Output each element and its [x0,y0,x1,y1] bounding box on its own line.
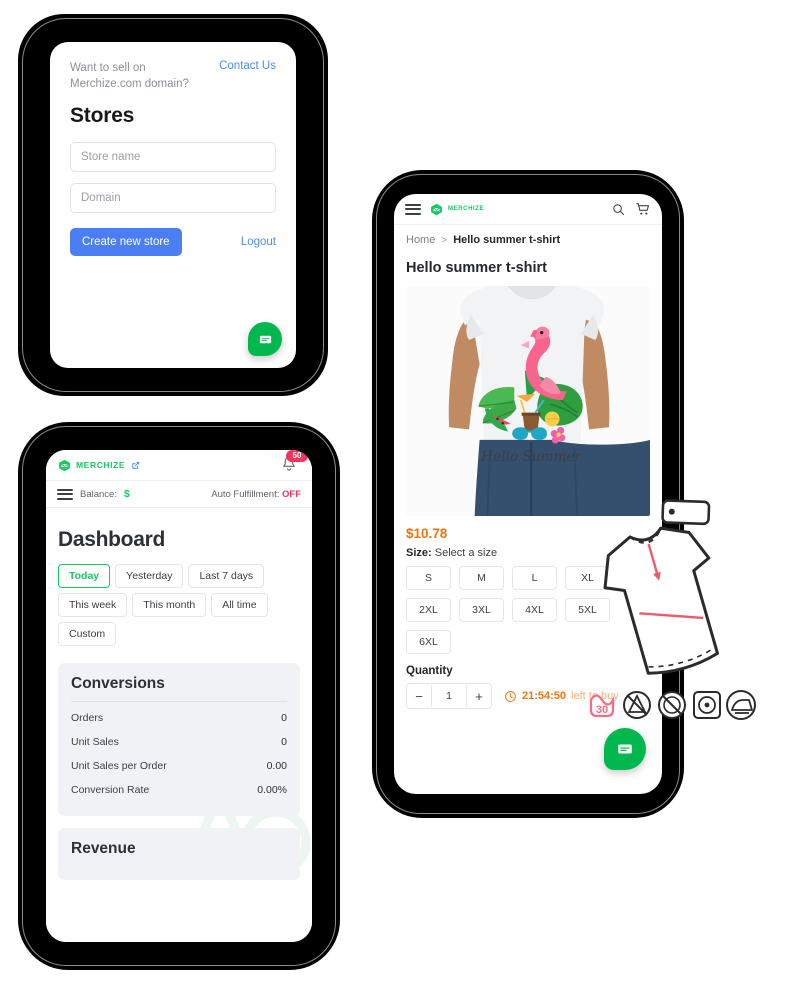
shopping-cart-icon[interactable] [635,201,651,217]
table-row: Unit Sales 0 [71,730,287,754]
chat-bubble-icon[interactable] [248,322,282,356]
dashboard-subbar: Balance: $ Auto Fulfillment: OFF [46,481,312,508]
product-screen: MERCHIZE Home > Hello summer t-shirt Hel… [394,194,662,794]
merchize-hexagon-logo-icon [431,203,442,215]
conversions-card: Conversions Orders 0 Unit Sales 0 Unit S… [58,663,300,816]
metric-value: 0 [281,736,287,748]
stores-promo-text: Want to sell on Merchize.com domain? [70,62,189,90]
product-topbar: MERCHIZE [394,194,662,225]
breadcrumb: Home > Hello summer t-shirt [394,225,662,246]
phone-frame-stores: Want to sell on Merchize.com domain? Con… [18,14,328,396]
countdown-timer: 21:54:50 left to buy [504,690,619,703]
countdown-suffix: left to buy [571,690,619,702]
stores-actions-row: Create new store Logout [70,228,276,256]
metric-label: Orders [71,712,104,724]
size-option-6xl[interactable]: 6XL [406,630,451,654]
size-option-m[interactable]: M [459,566,504,590]
hamburger-menu-icon[interactable] [57,488,73,500]
balance-value: $ [123,488,130,500]
size-option-l[interactable]: L [512,566,557,590]
metric-label: Unit Sales per Order [71,760,167,772]
date-range-chip-yesterday[interactable]: Yesterday [115,564,184,588]
size-option-5xl[interactable]: 5XL [565,598,610,622]
size-option-3xl[interactable]: 3XL [459,598,504,622]
create-new-store-button[interactable]: Create new store [70,228,182,256]
iron-icon [726,690,756,720]
metric-value: 0.00% [257,784,287,796]
conversions-card-title: Conversions [71,675,165,692]
hamburger-menu-icon[interactable] [405,203,421,215]
date-range-chip-this-week[interactable]: This week [58,593,128,617]
quantity-stepper[interactable]: − 1 + [406,683,492,709]
breadcrumb-current: Hello summer t-shirt [453,234,561,246]
notification-badge: 50 [286,450,308,462]
contact-us-link[interactable]: Contact Us [219,60,276,72]
metric-value: 0.00 [266,760,287,772]
brand-wordmark: MERCHIZE [448,206,485,212]
external-link-icon[interactable] [130,460,141,471]
quantity-increment-button[interactable]: + [467,685,491,707]
metric-label: Conversion Rate [71,784,150,796]
quantity-value[interactable]: 1 [431,685,467,707]
size-option-s[interactable]: S [406,566,451,590]
breadcrumb-home-link[interactable]: Home [406,234,435,246]
dashboard-topbar: MERCHIZE 50 [46,450,312,481]
size-selected-value: Select a size [434,547,498,559]
phone-frame-product: MERCHIZE Home > Hello summer t-shirt Hel… [372,170,684,818]
divider [71,701,287,702]
logout-link[interactable]: Logout [241,236,276,248]
stores-promo-row: Want to sell on Merchize.com domain? Con… [70,60,276,92]
chat-bubble-icon[interactable] [604,728,646,770]
size-selection-label: Size: Select a size [394,545,662,566]
notifications-button[interactable]: 50 [280,450,308,475]
table-row: Orders 0 [71,706,287,730]
size-option-xl[interactable]: XL [565,566,610,590]
breadcrumb-separator-icon: > [441,234,448,246]
merchize-hexagon-logo-icon [59,459,70,471]
clock-icon [505,690,516,702]
metric-label: Unit Sales [71,736,119,748]
revenue-card: Revenue [58,828,300,880]
brand-wordmark: MERCHIZE [76,460,126,470]
countdown-value: 21:54:50 [522,690,567,702]
size-label: Size: [406,547,432,559]
balance-label: Balance: [80,488,117,500]
quantity-row: − 1 + 21:54:50 left to buy [394,683,662,709]
date-range-chip-today[interactable]: Today [58,564,111,588]
auto-fulfillment-status[interactable]: Auto Fulfillment: OFF [211,489,301,500]
auto-fulfillment-label: Auto Fulfillment: [211,488,280,500]
brand-logo-group[interactable]: MERCHIZE [430,203,484,216]
auto-fulfillment-value: OFF [282,488,301,500]
size-option-2xl[interactable]: 2XL [406,598,451,622]
table-row: Conversion Rate 0.00% [71,778,287,802]
product-photo[interactable]: Hello Summer [406,286,650,516]
size-option-4xl[interactable]: 4XL [512,598,557,622]
stores-screen: Want to sell on Merchize.com domain? Con… [50,42,296,368]
revenue-card-title: Revenue [71,840,136,857]
search-icon[interactable] [611,202,626,217]
quantity-decrement-button[interactable]: − [407,685,431,707]
stores-page-title: Stores [70,104,135,127]
screenshot-stage: Want to sell on Merchize.com domain? Con… [0,0,786,994]
table-row: Unit Sales per Order 0.00 [71,754,287,778]
date-range-chip-custom[interactable]: Custom [58,622,117,646]
date-range-chip-all-time[interactable]: All time [211,593,268,617]
product-price: $10.78 [406,526,448,541]
quantity-label: Quantity [406,665,453,677]
size-option-group: S M L XL 2XL 3XL 4XL 5XL 6XL [394,566,662,662]
brand-logo-group[interactable]: MERCHIZE [58,459,141,472]
phone-frame-dashboard: MERCHIZE 50 Balance: $ Auto Fulfillment:… [18,422,340,970]
metric-value: 0 [281,712,287,724]
svg-text:Hello Summer: Hello Summer [480,449,582,465]
date-range-chip-this-month[interactable]: This month [132,593,207,617]
page-title: Dashboard [58,528,165,551]
tumble-dry-icon [693,691,721,719]
dashboard-screen: MERCHIZE 50 Balance: $ Auto Fulfillment:… [46,450,312,942]
date-range-chip-group: Today Yesterday Last 7 days This week Th… [58,564,300,651]
store-name-input[interactable] [70,142,276,172]
product-title: Hello summer t-shirt [406,260,547,276]
domain-input[interactable] [70,183,276,213]
date-range-chip-last-7-days[interactable]: Last 7 days [188,564,265,588]
